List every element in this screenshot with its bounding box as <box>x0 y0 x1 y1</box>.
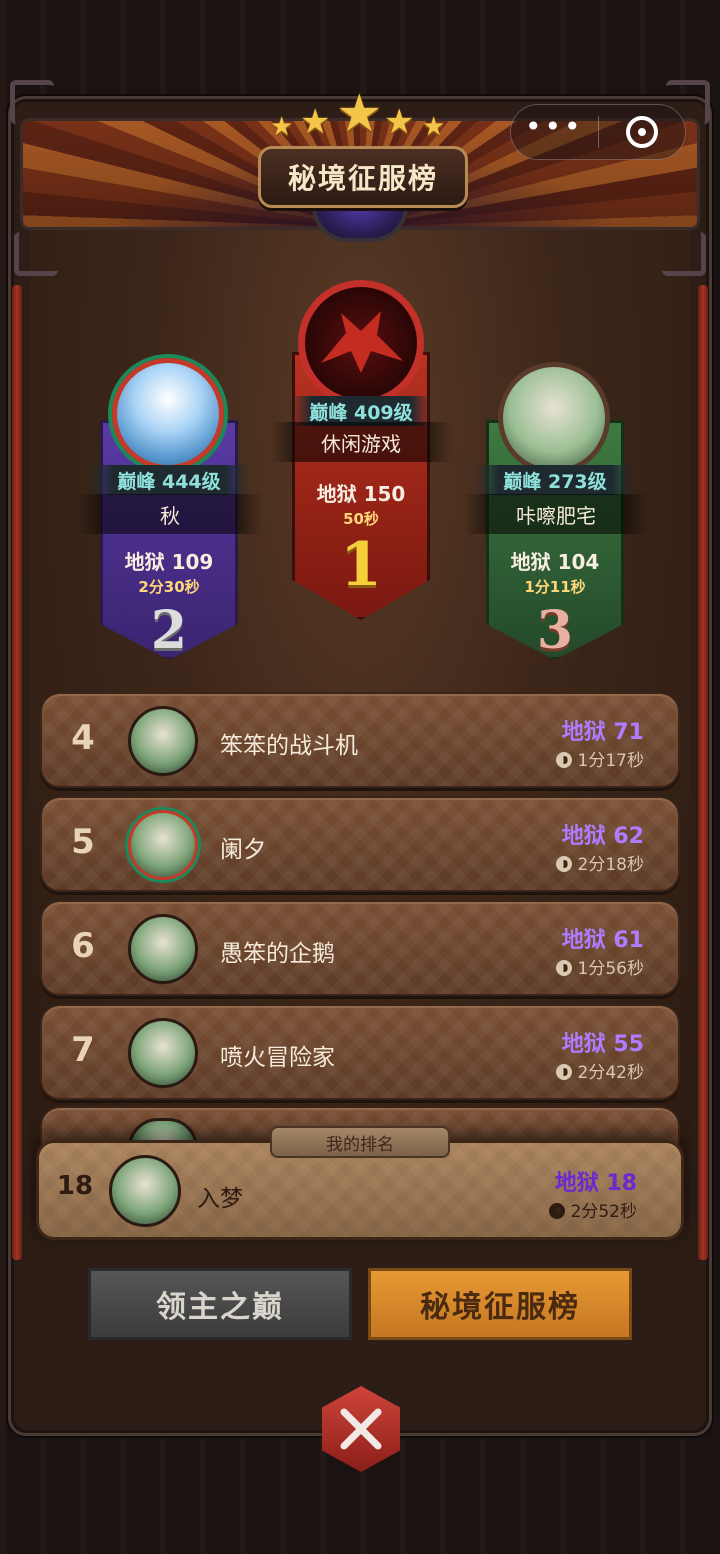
mini-program-capsule: ••• <box>510 104 686 160</box>
hell-score: 地狱 109 <box>124 550 214 574</box>
clear-time: 1分17秒 <box>555 746 644 771</box>
list-item[interactable]: 4 笨笨的战斗机 地狱 71 1分17秒 <box>40 692 680 788</box>
more-button[interactable]: ••• <box>511 105 598 159</box>
tab-secret-realm[interactable]: 秘境征服榜 <box>368 1268 632 1340</box>
rank-number: 7 <box>71 1030 95 1070</box>
rank-number: 1 <box>340 530 382 600</box>
clear-time-value: 1分56秒 <box>577 959 644 979</box>
hell-score: 地狱 150 <box>316 482 406 506</box>
stars-decoration: ★ ★ ★ ★ ★ <box>270 84 450 144</box>
rank-number: 6 <box>71 926 95 966</box>
list-item[interactable]: 5 阑夕 地狱 62 2分18秒 <box>40 796 680 892</box>
avatar <box>128 1018 198 1088</box>
avatar <box>498 362 610 474</box>
avatar <box>298 280 424 406</box>
clear-time-value: 2分42秒 <box>577 1063 644 1083</box>
close-icon <box>340 1408 382 1450</box>
rank-number: 3 <box>536 600 574 661</box>
player-name: 休闲游戏 <box>270 422 452 462</box>
target-icon <box>625 116 658 148</box>
clear-time: 1分11秒 <box>524 578 586 596</box>
rank-number: 5 <box>71 822 95 862</box>
clock-icon <box>555 1064 572 1080</box>
star-icon: ★ <box>270 112 294 142</box>
clear-time: 2分18秒 <box>555 850 644 875</box>
clock-icon <box>555 752 572 768</box>
rank-number: 4 <box>71 718 95 758</box>
hell-score: 地狱 62 <box>561 824 644 849</box>
clear-time: 2分42秒 <box>555 1058 644 1083</box>
rank-number: 2 <box>150 600 188 661</box>
corner-ornament <box>14 232 58 276</box>
list-item[interactable]: 6 愚笨的企鹅 地狱 61 1分56秒 <box>40 900 680 996</box>
close-miniprogram-button[interactable] <box>599 105 686 159</box>
player-name: 喷火冒险家 <box>220 1045 335 1071</box>
page-title: 秘境征服榜 <box>258 146 468 208</box>
corner-ornament <box>662 232 706 276</box>
player-name: 入梦 <box>197 1186 243 1212</box>
star-icon: ★ <box>336 84 383 144</box>
clear-time-value: 2分52秒 <box>570 1202 637 1222</box>
level-tag: 巅峰 444级 <box>88 465 250 495</box>
level-tag: 巅峰 273级 <box>474 465 636 495</box>
clear-time-value: 1分17秒 <box>577 751 644 771</box>
avatar <box>128 706 198 776</box>
rank-number: 18 <box>56 1171 94 1201</box>
star-icon: ★ <box>384 102 415 142</box>
clear-time: 2分52秒 <box>548 1197 637 1222</box>
hell-score: 地狱 61 <box>561 928 644 953</box>
player-name: 阑夕 <box>220 837 266 863</box>
left-border <box>12 285 22 1260</box>
clear-time: 50秒 <box>343 510 379 528</box>
right-border <box>698 285 708 1260</box>
hell-score: 地狱 55 <box>561 1032 644 1057</box>
hell-score: 地狱 71 <box>561 720 644 745</box>
avatar <box>112 358 224 470</box>
clock-icon <box>555 856 572 872</box>
clear-time-value: 2分18秒 <box>577 855 644 875</box>
hell-score: 地狱 104 <box>510 550 600 574</box>
player-name: 笨笨的战斗机 <box>220 733 358 759</box>
ellipsis-icon: ••• <box>524 110 584 143</box>
avatar <box>128 914 198 984</box>
clock-icon <box>555 960 572 976</box>
hell-score: 地狱 18 <box>554 1171 637 1196</box>
clear-time: 2分30秒 <box>138 578 200 596</box>
clock-icon <box>548 1203 565 1219</box>
dragon-icon <box>321 311 403 373</box>
avatar <box>109 1155 181 1227</box>
star-icon: ★ <box>300 102 331 142</box>
player-name: 秋 <box>78 494 262 534</box>
clear-time: 1分56秒 <box>555 954 644 979</box>
list-item[interactable]: 7 喷火冒险家 地狱 55 2分42秒 <box>40 1004 680 1100</box>
player-name: 咔嚓肥宅 <box>464 494 648 534</box>
avatar <box>128 810 198 880</box>
star-icon: ★ <box>422 112 446 142</box>
player-name: 愚笨的企鹅 <box>220 941 335 967</box>
my-rank-label: 我的排名 <box>270 1126 450 1158</box>
tab-lord-peak[interactable]: 领主之巅 <box>88 1268 352 1340</box>
